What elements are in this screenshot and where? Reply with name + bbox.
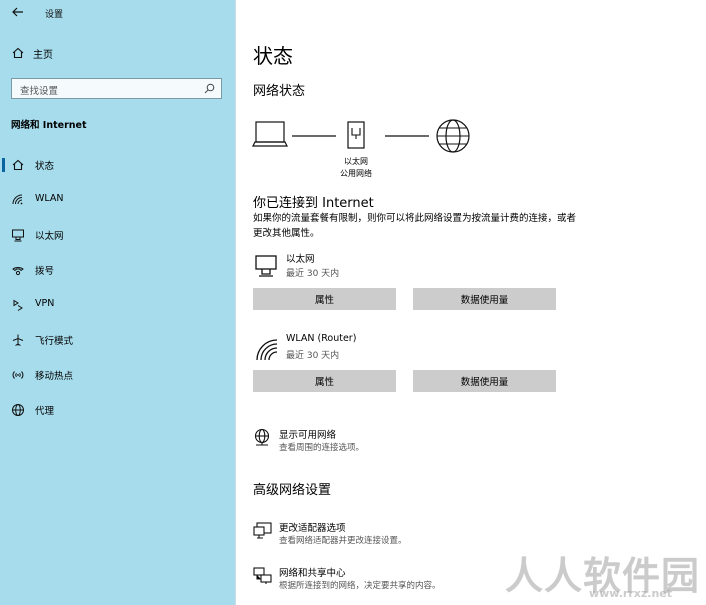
home-icon bbox=[12, 47, 24, 59]
sidebar-item-wlan[interactable]: WLAN bbox=[0, 189, 235, 211]
home-status-icon bbox=[12, 159, 24, 171]
diagram-label-ethernet: 以太网 bbox=[344, 157, 368, 166]
search-input[interactable]: 查找设置 bbox=[11, 78, 222, 99]
sidebar-item-hotspot[interactable]: 移动热点 bbox=[0, 364, 235, 386]
hotspot-icon bbox=[12, 371, 24, 379]
sidebar-item-vpn[interactable]: VPN bbox=[0, 294, 235, 316]
main-content: 状态 网络状态 以太网 公用网络 你已连接到 Internet 如果你的流量套餐 bbox=[235, 0, 706, 605]
wifi-icon bbox=[12, 194, 23, 205]
sidebar-item-proxy[interactable]: 代理 bbox=[0, 399, 235, 421]
sidebar-item-label: 飞行模式 bbox=[35, 336, 74, 347]
ethernet-icon bbox=[255, 255, 277, 277]
option-title: 网络和共享中心 bbox=[279, 568, 346, 579]
sidebar-item-airplane[interactable]: 飞行模式 bbox=[0, 329, 235, 351]
airplane-icon bbox=[12, 334, 24, 346]
sidebar-item-label: 状态 bbox=[35, 161, 55, 172]
option-title: 更改适配器选项 bbox=[279, 523, 346, 534]
watermark-url: www.rrxz.net bbox=[588, 587, 672, 600]
sidebar-item-label: 以太网 bbox=[35, 231, 64, 242]
sidebar-home[interactable]: 主页 bbox=[11, 44, 53, 62]
ethernet-port-icon bbox=[347, 121, 365, 149]
description-text: 如果你的流量套餐有限制，则你可以将此网络设置为按流量计费的连接，或者更改其他属性… bbox=[253, 213, 577, 239]
ethernet-icon bbox=[12, 229, 24, 242]
sidebar-item-label: 拨号 bbox=[35, 266, 55, 277]
dialup-icon bbox=[12, 267, 24, 276]
back-arrow-icon[interactable] bbox=[11, 5, 25, 19]
page-title: 状态 bbox=[253, 44, 293, 68]
sidebar-item-label: 移动热点 bbox=[35, 371, 74, 382]
sidebar-item-ethernet[interactable]: 以太网 bbox=[0, 224, 235, 246]
properties-button[interactable]: 属性 bbox=[253, 370, 396, 392]
option-title: 显示可用网络 bbox=[279, 430, 337, 441]
sidebar-item-status[interactable]: 状态 bbox=[0, 154, 235, 176]
option-subtext: 根据所连接到的网络，决定要共享的内容。 bbox=[279, 581, 441, 591]
search-placeholder: 查找设置 bbox=[20, 86, 59, 97]
sidebar-item-label: VPN bbox=[35, 298, 55, 309]
option-subtext: 查看周围的连接选项。 bbox=[279, 443, 365, 453]
connection-subtext: 最近 30 天内 bbox=[286, 269, 340, 279]
laptop-icon bbox=[252, 121, 288, 147]
globe-icon bbox=[12, 404, 24, 416]
option-subtext: 查看网络适配器并更改连接设置。 bbox=[279, 536, 407, 546]
home-label: 主页 bbox=[33, 49, 53, 61]
internet-globe-icon bbox=[436, 119, 470, 153]
advanced-heading: 高级网络设置 bbox=[253, 483, 332, 498]
vpn-icon bbox=[13, 299, 23, 311]
globe-network-icon bbox=[254, 428, 270, 446]
sidebar-item-dialup[interactable]: 拨号 bbox=[0, 259, 235, 281]
data-usage-button[interactable]: 数据使用量 bbox=[413, 370, 556, 392]
network-status-heading: 网络状态 bbox=[253, 84, 306, 99]
show-networks-link[interactable]: 显示可用网络 查看周围的连接选项。 bbox=[253, 426, 553, 456]
window-title: 设置 bbox=[45, 10, 64, 20]
sidebar: 设置 主页 查找设置 网络和 Internet 状态 WLAN 以太网 拨号 V… bbox=[0, 0, 235, 605]
data-usage-button[interactable]: 数据使用量 bbox=[413, 288, 556, 310]
connection-subtext: 最近 30 天内 bbox=[286, 351, 340, 361]
sidebar-item-label: WLAN bbox=[35, 193, 64, 204]
section-title: 网络和 Internet bbox=[11, 120, 87, 131]
sidebar-item-label: 代理 bbox=[35, 406, 55, 417]
properties-button[interactable]: 属性 bbox=[253, 288, 396, 310]
watermark: 人人软件园 www.rrxz.net bbox=[480, 545, 700, 603]
network-diagram: 以太网 公用网络 bbox=[252, 116, 492, 180]
search-icon[interactable] bbox=[204, 83, 215, 94]
wifi-icon bbox=[256, 339, 278, 361]
connected-heading: 你已连接到 Internet bbox=[253, 196, 374, 211]
connection-name: 以太网 bbox=[286, 254, 315, 265]
sharing-center-icon bbox=[253, 567, 272, 584]
diagram-label-network-type: 公用网络 bbox=[340, 169, 372, 178]
connection-name: WLAN (Router) bbox=[286, 333, 357, 344]
monitor-adapter-icon bbox=[253, 522, 272, 539]
